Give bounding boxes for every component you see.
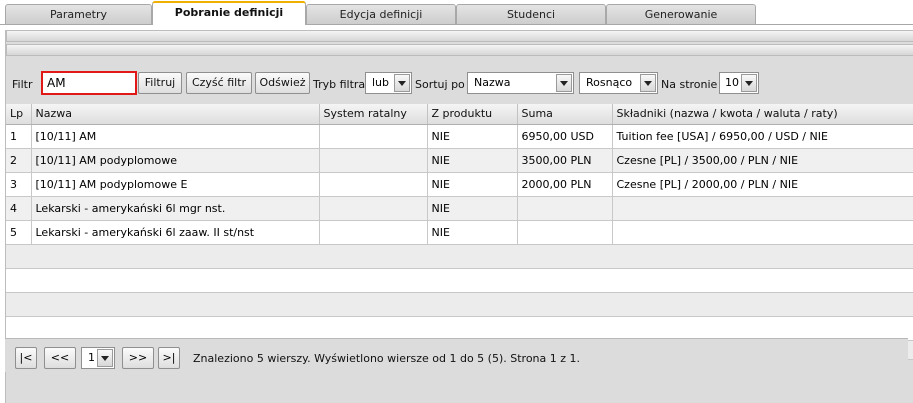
column-header-suma[interactable]: Suma — [517, 104, 613, 125]
tab-studenci[interactable]: Studenci — [456, 4, 606, 24]
empty-row — [6, 268, 913, 293]
filter-mode-select[interactable]: lub — [365, 72, 412, 94]
filter-mode-label: Tryb filtra — [313, 78, 366, 91]
cell-suma: 2000,00 PLN — [517, 172, 613, 197]
page-select[interactable]: 1 — [81, 347, 115, 369]
column-header-z-produktu[interactable]: Z produktu — [427, 104, 518, 125]
cell-skladniki — [612, 220, 913, 245]
tab-generowanie[interactable]: Generowanie — [606, 4, 756, 24]
cell-lp: 4 — [6, 196, 32, 221]
cell-skladniki — [612, 196, 913, 221]
cell-system-ratalny — [319, 196, 428, 221]
cell-z-produktu: NIE — [427, 220, 518, 245]
pagination-bar: |< << 1 >> >| Znaleziono 5 wierszy. Wyśw… — [5, 338, 908, 372]
column-header-system-ratalny[interactable]: System ratalny — [319, 104, 428, 125]
first-page-button[interactable]: |< — [15, 347, 37, 369]
cell-system-ratalny — [319, 172, 428, 197]
cell-suma — [517, 220, 613, 245]
page-select-value: 1 — [88, 351, 95, 364]
collapsed-section-bar-2[interactable] — [6, 44, 913, 56]
sort-field-value: Nazwa — [474, 76, 511, 89]
filter-input[interactable] — [41, 71, 137, 95]
tab-bar: Parametry Pobranie definicji Edycja defi… — [0, 0, 913, 25]
next-page-button[interactable]: >> — [122, 347, 154, 369]
column-header-nazwa[interactable]: Nazwa — [31, 104, 320, 125]
per-page-value: 10 — [725, 76, 739, 89]
cell-lp: 3 — [6, 172, 32, 197]
table-header-row: Lp Nazwa System ratalny Z produktu Suma … — [6, 104, 913, 125]
cell-skladniki: Czesne [PL] / 2000,00 / PLN / NIE — [612, 172, 913, 197]
cell-lp: 5 — [6, 220, 32, 245]
cell-suma: 3500,00 PLN — [517, 148, 613, 173]
sort-label: Sortuj po — [415, 78, 465, 91]
definitions-table: Lp Nazwa System ratalny Z produktu Suma … — [6, 104, 913, 360]
pagination-status: Znaleziono 5 wierszy. Wyświetlono wiersz… — [193, 352, 581, 365]
cell-suma: 6950,00 USD — [517, 124, 613, 149]
empty-row — [6, 316, 913, 341]
cell-nazwa: [10/11] AM — [31, 124, 320, 149]
table-row[interactable]: 4 Lekarski - amerykański 6l mgr nst. NIE — [6, 196, 913, 221]
cell-suma — [517, 196, 613, 221]
cell-nazwa: [10/11] AM podyplomowe — [31, 148, 320, 173]
tab-edycja-definicji[interactable]: Edycja definicji — [306, 4, 456, 24]
per-page-select[interactable]: 10 — [719, 72, 759, 94]
cell-system-ratalny — [319, 220, 428, 245]
cell-skladniki: Czesne [PL] / 3500,00 / PLN / NIE — [612, 148, 913, 173]
cell-z-produktu: NIE — [427, 172, 518, 197]
cell-system-ratalny — [319, 124, 428, 149]
sort-order-value: Rosnąco — [586, 76, 633, 89]
refresh-button[interactable]: Odśwież — [255, 72, 310, 94]
chevron-down-icon — [394, 74, 410, 92]
column-header-lp[interactable]: Lp — [6, 104, 32, 125]
filter-button[interactable]: Filtruj — [138, 72, 182, 94]
table-row[interactable]: 3 [10/11] AM podyplomowe E NIE 2000,00 P… — [6, 172, 913, 197]
chevron-down-icon — [640, 74, 656, 92]
empty-row — [6, 244, 913, 269]
chevron-down-icon — [97, 349, 113, 367]
table-row[interactable]: 1 [10/11] AM NIE 6950,00 USD Tuition fee… — [6, 124, 913, 149]
previous-page-button[interactable]: << — [44, 347, 76, 369]
filter-mode-value: lub — [372, 76, 390, 89]
table-row[interactable]: 2 [10/11] AM podyplomowe NIE 3500,00 PLN… — [6, 148, 913, 173]
cell-z-produktu: NIE — [427, 196, 518, 221]
cell-nazwa: [10/11] AM podyplomowe E — [31, 172, 320, 197]
tab-pobranie-definicji[interactable]: Pobranie definicji — [152, 1, 306, 25]
cell-lp: 2 — [6, 148, 32, 173]
cell-z-produktu: NIE — [427, 124, 518, 149]
column-header-skladniki[interactable]: Składniki (nazwa / kwota / waluta / raty… — [612, 104, 913, 125]
sort-field-select[interactable]: Nazwa — [467, 72, 574, 94]
tab-parametry[interactable]: Parametry — [5, 4, 152, 24]
table-row[interactable]: 5 Lekarski - amerykański 6l zaaw. II st/… — [6, 220, 913, 245]
cell-skladniki: Tuition fee [USA] / 6950,00 / USD / NIE — [612, 124, 913, 149]
tab-divider — [0, 24, 913, 25]
cell-nazwa: Lekarski - amerykański 6l mgr nst. — [31, 196, 320, 221]
empty-row — [6, 292, 913, 317]
cell-system-ratalny — [319, 148, 428, 173]
cell-lp: 1 — [6, 124, 32, 149]
last-page-button[interactable]: >| — [158, 347, 180, 369]
chevron-down-icon — [556, 74, 572, 92]
clear-filter-button[interactable]: Czyść filtr — [186, 72, 252, 94]
filter-label: Filtr — [12, 78, 33, 91]
collapsed-section-bar-1[interactable] — [6, 30, 913, 42]
cell-nazwa: Lekarski - amerykański 6l zaaw. II st/ns… — [31, 220, 320, 245]
sort-order-select[interactable]: Rosnąco — [579, 72, 658, 94]
per-page-label: Na stronie — [661, 78, 718, 91]
cell-z-produktu: NIE — [427, 148, 518, 173]
chevron-down-icon — [741, 74, 757, 92]
